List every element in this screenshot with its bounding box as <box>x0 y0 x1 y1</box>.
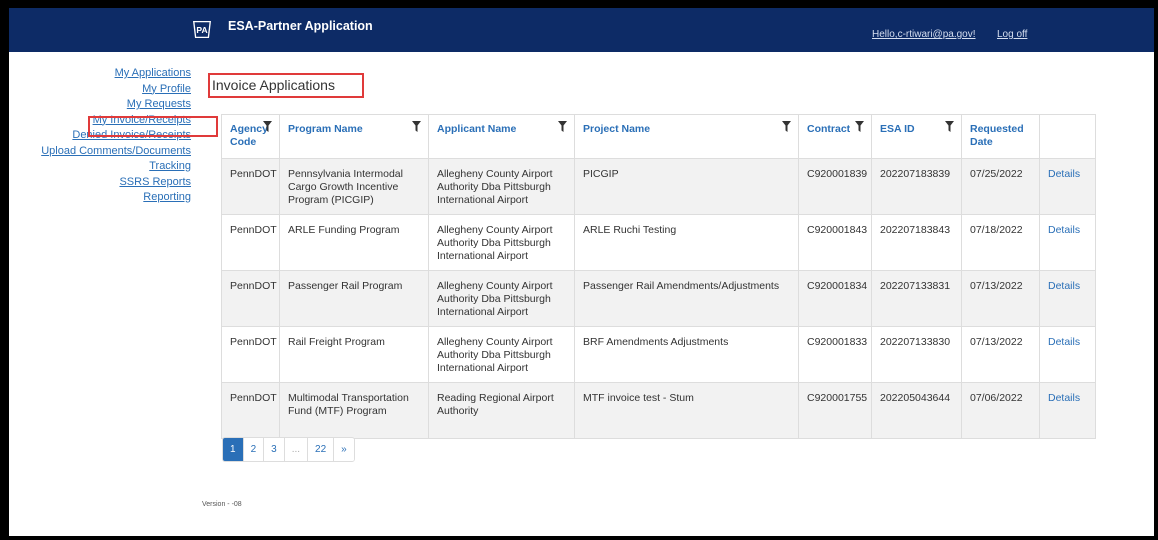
cell-esa-id: 202205043644 <box>871 382 962 439</box>
details-link[interactable]: Details <box>1048 336 1080 348</box>
cell-agency-code: PennDOT <box>221 158 280 215</box>
sidebar-item-reporting[interactable]: Reporting <box>9 190 191 206</box>
selected-item-highlight <box>88 116 218 137</box>
column-header-requested-date[interactable]: Requested Date <box>961 114 1040 159</box>
column-header-agency-code[interactable]: Agency Code <box>221 114 280 159</box>
cell-program-name: ARLE Funding Program <box>279 214 429 271</box>
column-header-applicant-name[interactable]: Applicant Name <box>428 114 575 159</box>
cell-actions: Details <box>1039 270 1096 327</box>
table-row: PennDOT Pennsylvania Intermodal Cargo Gr… <box>221 158 1096 215</box>
window-frame-top <box>0 0 1158 8</box>
filter-icon[interactable] <box>945 121 954 132</box>
filter-icon[interactable] <box>263 121 272 132</box>
cell-esa-id: 202207133830 <box>871 326 962 383</box>
cell-applicant-name: Allegheny County Airport Authority Dba P… <box>428 270 575 327</box>
cell-program-name: Rail Freight Program <box>279 326 429 383</box>
window-frame-left <box>0 0 9 540</box>
page-title: Invoice Applications <box>212 77 335 93</box>
page-22-button[interactable]: 22 <box>307 438 334 461</box>
column-header-program-name[interactable]: Program Name <box>279 114 429 159</box>
cell-requested-date: 07/13/2022 <box>961 326 1040 383</box>
cell-agency-code: PennDOT <box>221 270 280 327</box>
cell-contract: C920001839 <box>798 158 872 215</box>
filter-icon[interactable] <box>558 121 567 132</box>
table-row: PennDOT Multimodal Transportation Fund (… <box>221 382 1096 439</box>
column-header-esa-id[interactable]: ESA ID <box>871 114 962 159</box>
window-frame-right <box>1154 0 1158 540</box>
cell-esa-id: 202207133831 <box>871 270 962 327</box>
cell-actions: Details <box>1039 158 1096 215</box>
version-label: Version - -08 <box>202 501 242 508</box>
invoice-applications-table: Agency Code Program Name Applicant Name … <box>221 114 1096 439</box>
details-link[interactable]: Details <box>1048 280 1080 292</box>
next-page-button[interactable]: » <box>333 438 354 461</box>
cell-agency-code: PennDOT <box>221 382 280 439</box>
cell-contract: C920001843 <box>798 214 872 271</box>
cell-project-name: PICGIP <box>574 158 799 215</box>
cell-actions: Details <box>1039 214 1096 271</box>
table-row: PennDOT Passenger Rail Program Allegheny… <box>221 270 1096 327</box>
filter-icon[interactable] <box>782 121 791 132</box>
top-navbar <box>9 8 1154 52</box>
table-row: PennDOT Rail Freight Program Allegheny C… <box>221 326 1096 383</box>
app-title-link[interactable]: ESA-Partner Application <box>228 19 373 33</box>
filter-icon[interactable] <box>412 121 421 132</box>
page-2-button[interactable]: 2 <box>242 438 264 461</box>
user-greeting-link[interactable]: Hello,c-rtiwari@pa.gov! <box>872 29 976 40</box>
cell-applicant-name: Allegheny County Airport Authority Dba P… <box>428 214 575 271</box>
cell-requested-date: 07/18/2022 <box>961 214 1040 271</box>
window-frame-bottom <box>0 536 1158 540</box>
cell-project-name: MTF invoice test - Stum <box>574 382 799 439</box>
cell-applicant-name: Reading Regional Airport Authority <box>428 382 575 439</box>
sidebar-item-upload-comments-documents[interactable]: Upload Comments/Documents <box>9 144 191 160</box>
cell-contract: C920001834 <box>798 270 872 327</box>
cell-applicant-name: Allegheny County Airport Authority Dba P… <box>428 326 575 383</box>
cell-project-name: Passenger Rail Amendments/Adjustments <box>574 270 799 327</box>
filter-icon[interactable] <box>855 121 864 132</box>
cell-project-name: BRF Amendments Adjustments <box>574 326 799 383</box>
cell-project-name: ARLE Ruchi Testing <box>574 214 799 271</box>
cell-esa-id: 202207183839 <box>871 158 962 215</box>
cell-agency-code: PennDOT <box>221 214 280 271</box>
cell-contract: C920001755 <box>798 382 872 439</box>
page-3-button[interactable]: 3 <box>263 438 284 461</box>
pagination: 1 2 3 ... 22 » <box>222 437 355 462</box>
page-1-button[interactable]: 1 <box>223 438 243 461</box>
details-link[interactable]: Details <box>1048 224 1080 236</box>
sidebar-item-ssrs-reports[interactable]: SSRS Reports <box>9 175 191 191</box>
cell-program-name: Pennsylvania Intermodal Cargo Growth Inc… <box>279 158 429 215</box>
column-header-actions <box>1039 114 1096 159</box>
cell-program-name: Passenger Rail Program <box>279 270 429 327</box>
cell-esa-id: 202207183843 <box>871 214 962 271</box>
sidebar-item-my-requests[interactable]: My Requests <box>9 97 191 113</box>
logoff-link[interactable]: Log off <box>997 29 1027 40</box>
cell-contract: C920001833 <box>798 326 872 383</box>
cell-agency-code: PennDOT <box>221 326 280 383</box>
table-header-row: Agency Code Program Name Applicant Name … <box>221 114 1096 159</box>
details-link[interactable]: Details <box>1048 392 1080 404</box>
sidebar-item-my-profile[interactable]: My Profile <box>9 82 191 98</box>
cell-requested-date: 07/25/2022 <box>961 158 1040 215</box>
details-link[interactable]: Details <box>1048 168 1080 180</box>
cell-requested-date: 07/06/2022 <box>961 382 1040 439</box>
cell-requested-date: 07/13/2022 <box>961 270 1040 327</box>
cell-actions: Details <box>1039 382 1096 439</box>
sidebar-item-tracking[interactable]: Tracking <box>9 159 191 175</box>
page-ellipsis: ... <box>283 438 308 461</box>
cell-applicant-name: Allegheny County Airport Authority Dba P… <box>428 158 575 215</box>
column-header-contract[interactable]: Contract <box>798 114 872 159</box>
sidebar-item-my-applications[interactable]: My Applications <box>9 66 191 82</box>
logo-text: PA <box>196 25 207 35</box>
cell-program-name: Multimodal Transportation Fund (MTF) Pro… <box>279 382 429 439</box>
pa-keystone-logo-icon[interactable]: PA <box>192 21 212 38</box>
cell-actions: Details <box>1039 326 1096 383</box>
column-header-project-name[interactable]: Project Name <box>574 114 799 159</box>
table-row: PennDOT ARLE Funding Program Allegheny C… <box>221 214 1096 271</box>
